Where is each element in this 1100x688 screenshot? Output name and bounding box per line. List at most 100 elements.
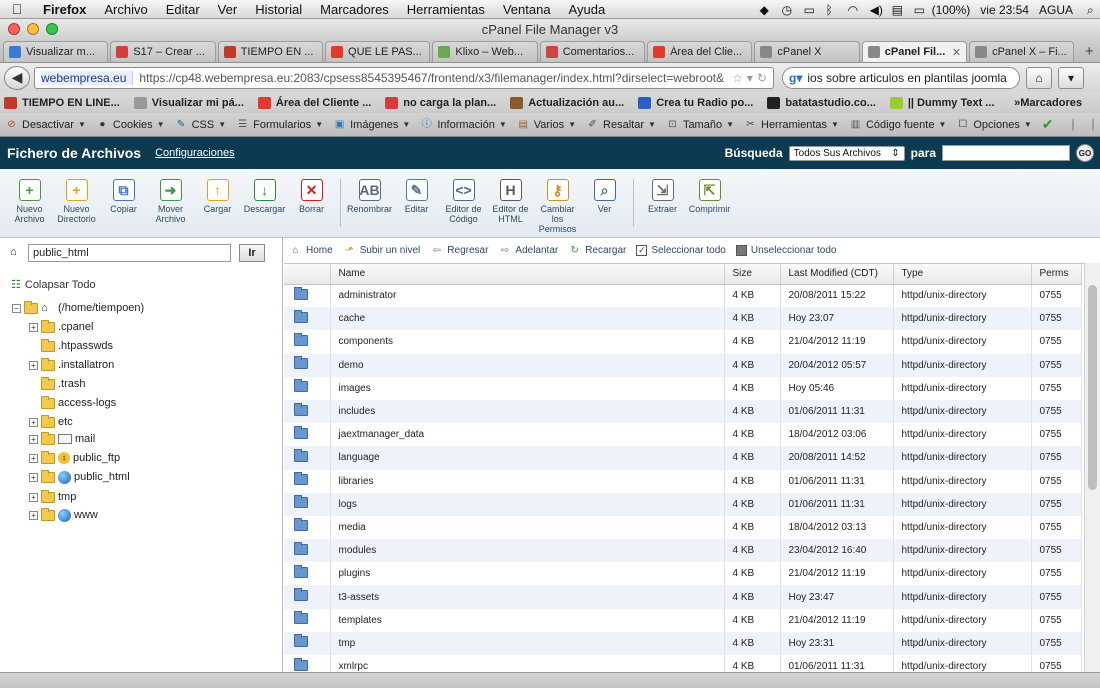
tree-node-access-logs[interactable]: access-logs bbox=[41, 395, 116, 411]
cell-name[interactable]: tmp bbox=[330, 631, 725, 655]
cell-name[interactable]: xmlrpc bbox=[330, 655, 725, 672]
table-row[interactable]: t3-assets 4 KB Hoy 23:47 httpd/unix-directo… bbox=[284, 585, 1082, 609]
expand-toggle-icon[interactable]: + bbox=[29, 417, 38, 427]
modified-column-header[interactable]: Last Modified (CDT) bbox=[780, 264, 894, 285]
back-button[interactable]: ◀ bbox=[4, 65, 30, 90]
expand-toggle-icon[interactable]: + bbox=[29, 360, 38, 370]
display-icon[interactable]: ▭ bbox=[799, 4, 815, 16]
tab-5[interactable]: Comentarios... bbox=[539, 41, 646, 62]
scrollbar-thumb[interactable] bbox=[1088, 285, 1097, 490]
search-go-button[interactable]: GO bbox=[1076, 144, 1094, 162]
toolbar-copiar-button[interactable]: ⧉ Copiar bbox=[100, 179, 147, 214]
spotlight-icon[interactable]: ⌕ bbox=[1082, 4, 1096, 16]
devbar-item-2[interactable]: ✎ CSS ▼ bbox=[175, 118, 226, 131]
tab-8[interactable]: cPanel Fil... ✕ bbox=[861, 41, 968, 62]
devbar-item-3[interactable]: ☰ Formularios ▼ bbox=[236, 118, 323, 131]
expand-toggle-icon[interactable]: + bbox=[29, 453, 38, 463]
url-bar[interactable]: webempresa.eu https://cp48.webempresa.eu… bbox=[34, 66, 774, 89]
close-window-icon[interactable] bbox=[8, 23, 20, 35]
tab-7[interactable]: cPanel X bbox=[754, 41, 860, 62]
search-text[interactable]: ios sobre articulos en plantilas joomla bbox=[807, 71, 1006, 85]
devbar-item-4[interactable]: ▣ Imágenes ▼ bbox=[333, 118, 410, 131]
select-all-nav[interactable]: ✓ Seleccionar todo bbox=[636, 245, 726, 256]
cell-name[interactable]: language bbox=[330, 446, 725, 470]
up-level-nav[interactable]: ⬏ Subir un nivel bbox=[343, 245, 420, 257]
table-row[interactable]: plugins 4 KB 21/04/2012 11:19 httpd/unix-di… bbox=[284, 562, 1082, 586]
toolbar-cambiar-los-permisos-button[interactable]: ⚷ Cambiar los Permisos bbox=[534, 179, 581, 234]
devbar-item-7[interactable]: ✐ Resaltar ▼ bbox=[586, 118, 656, 131]
menu-app-name[interactable]: Firefox bbox=[34, 2, 95, 17]
toolbar-extraer-button[interactable]: ⇲ Extraer bbox=[639, 179, 686, 214]
cell-name[interactable]: logs bbox=[330, 492, 725, 516]
reload-nav[interactable]: ↻ Recargar bbox=[568, 245, 627, 257]
dropbox-icon[interactable]: ◆ bbox=[755, 4, 769, 16]
menu-historial[interactable]: Historial bbox=[246, 2, 311, 17]
expand-toggle-icon[interactable]: + bbox=[29, 492, 38, 502]
flag-icon[interactable]: ▤ bbox=[887, 4, 903, 16]
toolbar-nuevo-directorio-button[interactable]: + Nuevo Directorio bbox=[53, 179, 100, 224]
collapse-all-link[interactable]: ☷ Colapsar Todo bbox=[11, 278, 96, 292]
cell-name[interactable]: plugins bbox=[330, 562, 725, 586]
search-scope-select[interactable]: Todos Sus Archivos ⇕ bbox=[788, 145, 905, 161]
cell-name[interactable]: modules bbox=[330, 539, 725, 563]
cell-name[interactable]: cache bbox=[330, 307, 725, 331]
devbar-item-10[interactable]: ▥ Código fuente ▼ bbox=[849, 118, 947, 131]
devbar-item-1[interactable]: ● Cookies ▼ bbox=[96, 118, 164, 131]
table-row[interactable]: images 4 KB Hoy 05:46 httpd/unix-directory 0… bbox=[284, 376, 1082, 400]
size-column-header[interactable]: Size bbox=[724, 264, 781, 285]
tree-node-installatron[interactable]: + .installatron bbox=[29, 357, 114, 373]
toolbar-borrar-button[interactable]: ✕ Borrar bbox=[288, 179, 335, 214]
expand-toggle-icon[interactable]: + bbox=[29, 472, 38, 482]
bluetooth-icon[interactable]: ᛒ bbox=[821, 4, 835, 16]
tab-0[interactable]: Visualizar m... bbox=[3, 41, 109, 62]
cell-name[interactable]: demo bbox=[330, 353, 725, 377]
menu-herramientas[interactable]: Herramientas bbox=[398, 2, 494, 17]
devbar-circle-icon-1[interactable] bbox=[1071, 117, 1074, 132]
google-icon[interactable]: g▾ bbox=[789, 71, 802, 85]
tree-node-www[interactable]: + www bbox=[29, 507, 98, 523]
toolbar-renombrar-button[interactable]: AB Renombrar bbox=[346, 179, 393, 214]
site-identity[interactable]: webempresa.eu bbox=[41, 70, 134, 85]
menu-marcadores[interactable]: Marcadores bbox=[311, 2, 398, 17]
user-name[interactable]: AGUA bbox=[1034, 3, 1078, 17]
bookmark-item-4[interactable]: Actualización au... bbox=[510, 96, 624, 109]
cell-name[interactable]: administrator bbox=[330, 284, 725, 308]
zoom-window-icon[interactable] bbox=[46, 23, 58, 35]
devbar-item-9[interactable]: ✂ Herramientas ▼ bbox=[744, 118, 839, 131]
tree-node-cpanel[interactable]: + .cpanel bbox=[29, 319, 93, 335]
search-query-input[interactable] bbox=[942, 145, 1070, 161]
tree-node-public-html[interactable]: + public_html bbox=[29, 469, 130, 485]
table-row[interactable]: media 4 KB 18/04/2012 03:13 httpd/unix-dire… bbox=[284, 515, 1082, 540]
volume-icon[interactable]: ◀) bbox=[865, 4, 883, 16]
tree-node-tmp[interactable]: + tmp bbox=[29, 489, 76, 505]
tree-node-htpasswds[interactable]: .htpasswds bbox=[41, 338, 113, 354]
time-machine-icon[interactable]: ◷ bbox=[777, 4, 792, 16]
cell-name[interactable]: components bbox=[330, 330, 725, 354]
menu-editar[interactable]: Editar bbox=[157, 2, 209, 17]
bookmarks-overflow[interactable]: » Marcadores bbox=[1014, 97, 1082, 109]
tree-node-etc[interactable]: + etc bbox=[29, 414, 73, 430]
apple-menu-icon[interactable]:  bbox=[0, 1, 34, 17]
devbar-circle-icon-2[interactable] bbox=[1091, 117, 1094, 132]
battery-icon[interactable]: ▭ bbox=[909, 4, 925, 16]
unselect-all-nav[interactable]: Unseleccionar todo bbox=[735, 245, 836, 256]
table-row[interactable]: jaextmanager_data 4 KB 18/04/2012 03:06 htt… bbox=[284, 423, 1082, 447]
tab-4[interactable]: Klixo – Web... bbox=[432, 41, 538, 62]
reload-icon[interactable]: ↻ bbox=[757, 71, 767, 85]
devbar-item-11[interactable]: ☐ Opciones ▼ bbox=[956, 118, 1031, 131]
tab-1[interactable]: S17 – Crear ... bbox=[110, 41, 216, 62]
cell-name[interactable]: media bbox=[330, 515, 725, 540]
back-nav[interactable]: ⇦ Regresar bbox=[430, 245, 489, 257]
table-row[interactable]: administrator 4 KB 20/08/2011 15:22 httpd/u… bbox=[284, 284, 1082, 308]
toolbar-editor-de-c-digo-button[interactable]: <> Editor de Código bbox=[440, 179, 487, 224]
bookmark-item-1[interactable]: Visualizar mi pá... bbox=[133, 96, 244, 109]
bookmark-item-2[interactable]: Área del Cliente ... bbox=[257, 96, 371, 109]
bookmark-item-6[interactable]: batatastudio.co... bbox=[767, 96, 876, 109]
table-row[interactable]: templates 4 KB 21/04/2012 11:19 httpd/unix-… bbox=[284, 608, 1082, 632]
tab-3[interactable]: QUE LE PAS... bbox=[325, 41, 431, 62]
collapse-toggle-icon[interactable]: − bbox=[12, 303, 21, 313]
menu-ver[interactable]: Ver bbox=[209, 2, 247, 17]
clock[interactable]: vie 23:54 bbox=[975, 3, 1034, 17]
minimize-window-icon[interactable] bbox=[27, 23, 39, 35]
table-row[interactable]: components 4 KB 21/04/2012 11:19 httpd/unix… bbox=[284, 330, 1082, 354]
